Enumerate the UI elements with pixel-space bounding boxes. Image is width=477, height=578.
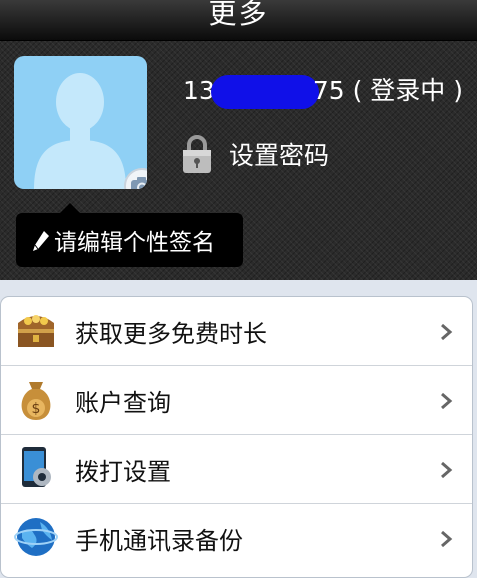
phone-suffix: 75 [312, 76, 345, 105]
phone-number: 13 75 ( 登录中 ) [183, 71, 463, 111]
chevron-right-icon [441, 323, 453, 341]
lock-icon [183, 135, 211, 173]
top-nav-bar: 更多 [0, 0, 477, 41]
profile-header: 13 75 ( 登录中 ) 设置密码 请编辑个性签名 [0, 41, 477, 280]
list-item-label: 账户查询 [75, 389, 171, 417]
pencil-icon [33, 231, 49, 251]
phone-settings-icon [22, 447, 51, 487]
list-item-label: 手机通讯录备份 [75, 527, 243, 555]
chevron-right-icon [441, 461, 453, 479]
signature-placeholder: 请编辑个性签名 [54, 230, 215, 256]
list-item-free-time[interactable]: 获取更多免费时长 [1, 297, 472, 366]
globe-icon [14, 518, 58, 556]
list-item-label: 获取更多免费时长 [75, 320, 267, 348]
list-item-label: 拨打设置 [75, 458, 171, 486]
menu-list: 获取更多免费时长 $ 账户查询 拨打设置 手机通讯录备份 [0, 296, 473, 578]
set-password-link[interactable]: 设置密码 [229, 136, 329, 172]
list-item-dial-settings[interactable]: 拨打设置 [1, 435, 472, 504]
chevron-right-icon [441, 530, 453, 548]
signature-bubble[interactable]: 请编辑个性签名 [16, 203, 243, 267]
avatar[interactable] [14, 56, 147, 189]
chevron-right-icon [441, 392, 453, 410]
svg-text:$: $ [32, 401, 41, 417]
list-item-account-query[interactable]: $ 账户查询 [1, 366, 472, 435]
login-status: ( 登录中 ) [352, 76, 463, 105]
page-title: 更多 [208, 0, 269, 30]
money-bag-icon: $ [21, 382, 51, 420]
camera-icon[interactable] [124, 168, 147, 189]
list-item-contacts-backup[interactable]: 手机通讯录备份 [1, 504, 472, 572]
phone-mask [210, 75, 319, 109]
treasure-chest-icon [18, 315, 54, 347]
